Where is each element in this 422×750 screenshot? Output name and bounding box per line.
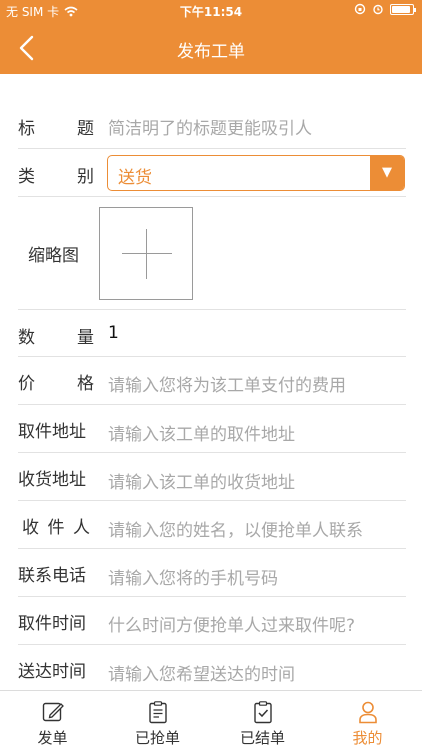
tab-bar: 发单 已抢单 已结单 我的	[0, 690, 422, 750]
title-row: 标 题 简洁明了的标题更能吸引人	[18, 100, 406, 149]
receiver-label-char: 收	[22, 518, 39, 538]
nav-bar: 发布工单	[0, 22, 422, 74]
tab-completed[interactable]: 已结单	[210, 691, 315, 750]
receiver-label: 收 件 人	[22, 513, 90, 538]
category-select[interactable]: 送货 ▼	[107, 155, 405, 191]
delivery-address-input[interactable]: 请输入该工单的收货地址	[108, 468, 295, 493]
delivery-address-row: 收货地址 请输入该工单的收货地址	[18, 453, 406, 501]
category-selected-value: 送货	[118, 168, 152, 188]
quantity-label: 数 量	[18, 323, 94, 348]
plus-icon	[146, 229, 147, 279]
category-label-char: 别	[77, 167, 94, 187]
quantity-input[interactable]: 1	[108, 323, 119, 343]
quantity-label-char: 量	[77, 328, 94, 348]
price-label: 价 格	[18, 369, 94, 394]
category-row: 类 别 送货 ▼	[18, 149, 406, 197]
tab-label: 已抢单	[134, 729, 180, 747]
edit-icon	[42, 702, 64, 722]
phone-row: 联系电话 请输入您将的手机号码	[18, 549, 406, 597]
pickup-time-input[interactable]: 什么时间方便抢单人过来取件呢?	[108, 611, 355, 636]
status-bar: 无 SIM 卡 下午11:54	[0, 0, 422, 22]
title-input[interactable]: 简洁明了的标题更能吸引人	[108, 114, 312, 139]
pickup-time-row: 取件时间 什么时间方便抢单人过来取件呢?	[18, 597, 406, 645]
tab-label: 已结单	[239, 729, 285, 747]
receiver-input[interactable]: 请输入您的姓名，以便抢单人联系	[108, 516, 363, 541]
orientation-lock-icon	[354, 3, 366, 15]
title-label-char: 题	[77, 119, 94, 139]
quantity-label-char: 数	[18, 328, 35, 348]
thumbnail-label: 缩略图	[28, 246, 79, 266]
status-right	[354, 3, 416, 15]
phone-label: 联系电话	[18, 566, 86, 586]
delivery-time-row: 送达时间 请输入您希望送达的时间	[18, 645, 406, 690]
price-label-char: 格	[77, 374, 94, 394]
title-label-char: 标	[18, 119, 35, 139]
pickup-time-label: 取件时间	[18, 614, 86, 634]
price-input[interactable]: 请输入您将为该工单支付的费用	[108, 371, 346, 396]
category-label: 类 别	[18, 162, 94, 187]
add-thumbnail-button[interactable]	[99, 207, 193, 300]
phone-input[interactable]: 请输入您将的手机号码	[108, 564, 278, 589]
receiver-label-char: 件	[47, 518, 65, 538]
receiver-label-char: 人	[73, 518, 90, 538]
clipboard-icon	[149, 701, 167, 724]
dropdown-arrow-icon[interactable]: ▼	[370, 156, 404, 190]
tab-mine[interactable]: 我的	[315, 691, 420, 750]
tab-label: 我的	[352, 729, 383, 747]
tab-label: 发单	[37, 729, 68, 747]
price-row: 价 格 请输入您将为该工单支付的费用	[18, 357, 406, 405]
tab-grabbed[interactable]: 已抢单	[105, 691, 210, 750]
pickup-address-row: 取件地址 请输入该工单的取件地址	[18, 405, 406, 453]
plus-icon	[122, 253, 172, 254]
title-label: 标 题	[18, 114, 94, 139]
clipboard-check-icon	[254, 701, 272, 724]
delivery-time-label: 送达时间	[18, 662, 86, 682]
thumbnail-row: 缩略图	[18, 197, 406, 310]
user-icon	[359, 701, 377, 724]
pickup-address-label: 取件地址	[18, 422, 86, 442]
delivery-time-input[interactable]: 请输入您希望送达的时间	[108, 660, 295, 685]
tab-publish[interactable]: 发单	[0, 691, 105, 750]
quantity-row: 数 量 1	[18, 310, 406, 357]
delivery-address-label: 收货地址	[18, 470, 86, 490]
page-title: 发布工单	[177, 42, 245, 62]
alarm-icon	[373, 4, 383, 15]
price-label-char: 价	[18, 374, 35, 394]
battery-icon	[390, 3, 416, 15]
pickup-address-input[interactable]: 请输入该工单的取件地址	[108, 420, 295, 445]
category-label-char: 类	[18, 167, 35, 187]
receiver-row: 收 件 人 请输入您的姓名，以便抢单人联系	[18, 501, 406, 549]
